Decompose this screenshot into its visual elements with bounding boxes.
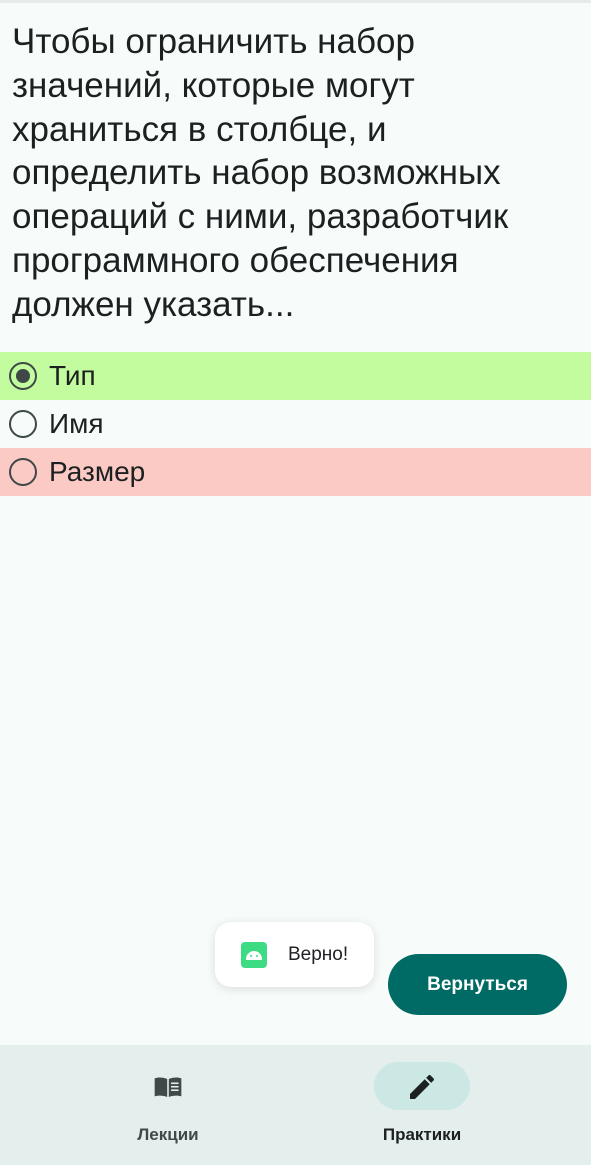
option-size[interactable]: Размер (0, 448, 591, 496)
back-button[interactable]: Вернуться (388, 954, 567, 1015)
option-label: Размер (49, 456, 146, 487)
answer-options: Тип Имя Размер (0, 352, 591, 496)
toast-text: Верно! (288, 944, 349, 965)
option-name[interactable]: Имя (0, 400, 591, 448)
bottom-navigation: Лекции Практики (0, 1045, 591, 1165)
radio-unselected-icon[interactable] (9, 410, 37, 438)
option-label: Имя (49, 408, 104, 439)
toast-message: Верно! (215, 922, 374, 987)
radio-selected-icon[interactable] (9, 362, 37, 390)
option-type[interactable]: Тип (0, 352, 591, 400)
option-label: Тип (49, 360, 96, 391)
nav-item-lectures[interactable]: Лекции (58, 1045, 278, 1165)
nav-label-lectures: Лекции (137, 1125, 199, 1144)
pencil-icon (410, 1074, 435, 1099)
book-icon (154, 1077, 182, 1097)
nav-item-practices[interactable]: Практики (312, 1045, 532, 1165)
question-text: Чтобы ограничить набор значений, которые… (12, 22, 509, 324)
top-divider (0, 0, 591, 3)
nav-label-practices: Практики (382, 1125, 462, 1144)
radio-unselected-icon[interactable] (9, 458, 37, 486)
android-app-icon (241, 942, 267, 968)
